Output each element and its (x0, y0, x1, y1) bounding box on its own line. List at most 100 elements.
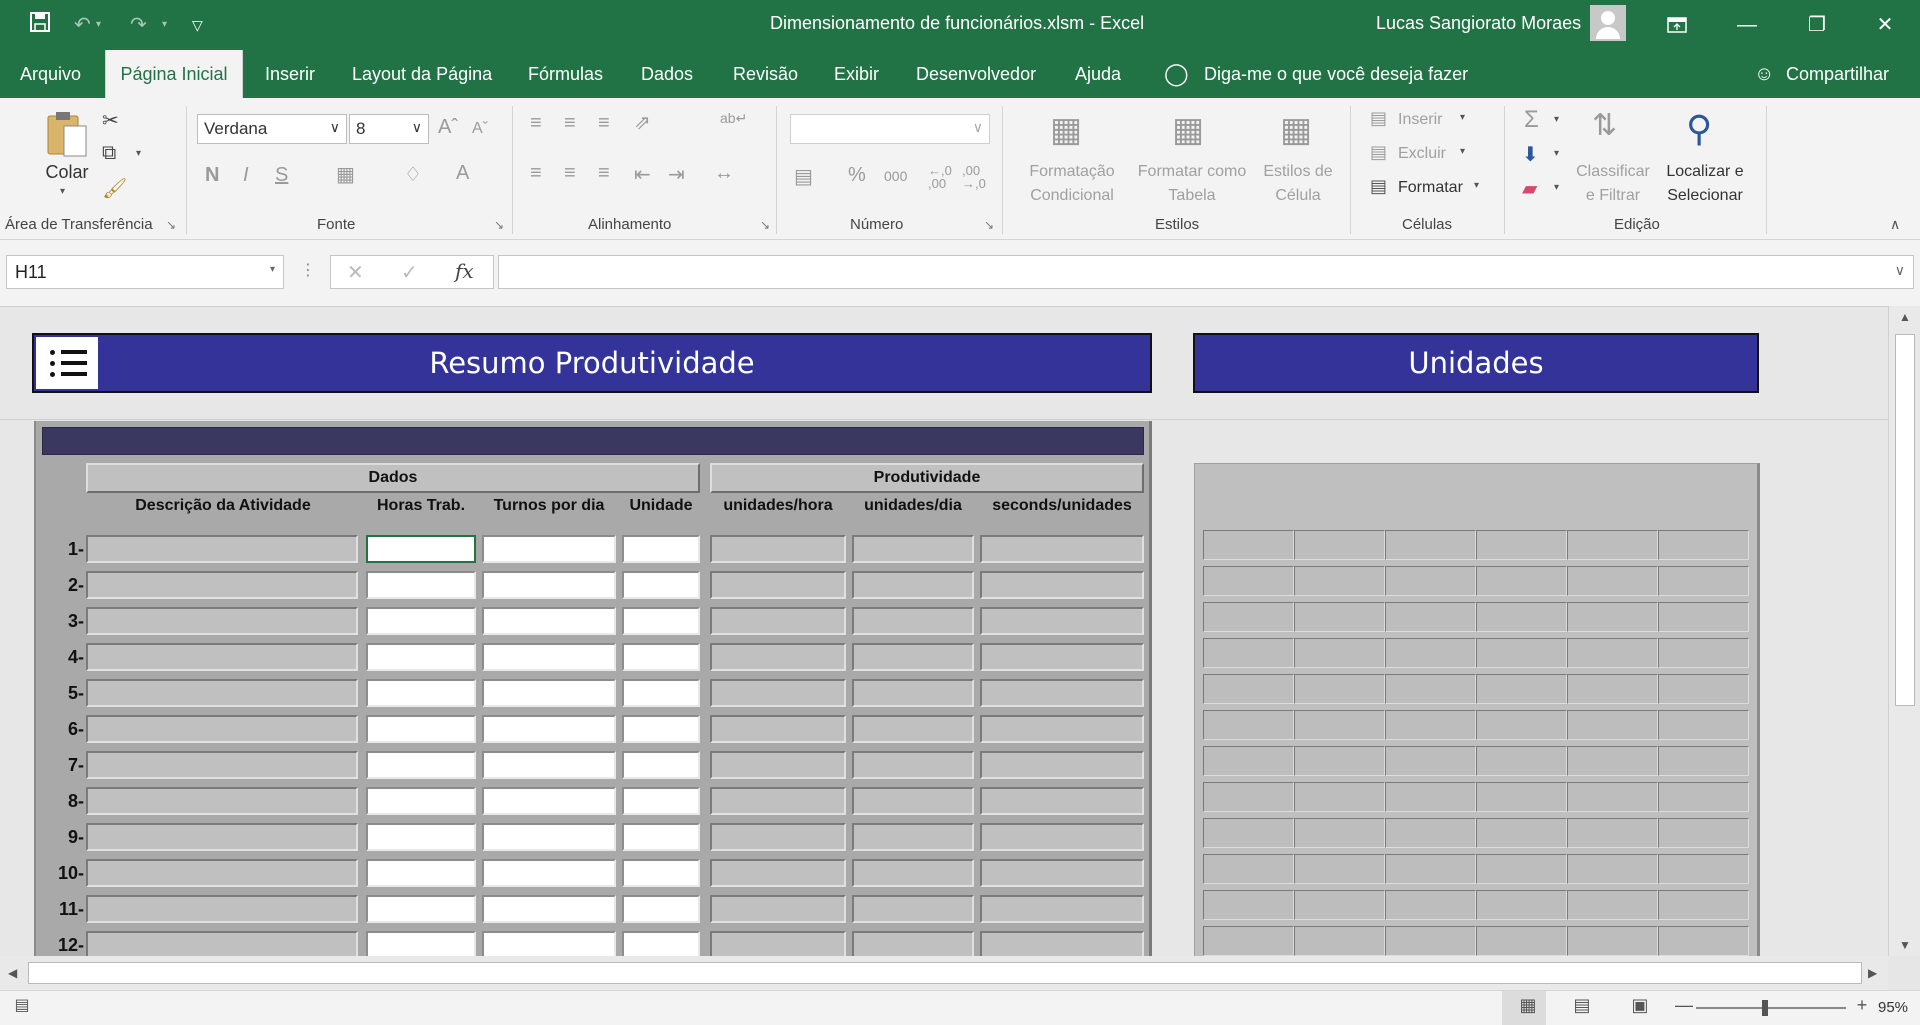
unidades-cell[interactable] (1476, 638, 1567, 668)
grow-font-icon[interactable]: Aˆ (438, 116, 458, 139)
cell-unidade[interactable] (622, 751, 700, 779)
unidades-cell[interactable] (1385, 890, 1476, 920)
unidades-cell[interactable] (1294, 818, 1385, 848)
format-as-table-icon[interactable]: ▦ (1172, 110, 1204, 150)
restore-button[interactable]: ❐ (1800, 8, 1834, 42)
unidades-cell[interactable] (1567, 818, 1658, 848)
format-dropdown-icon[interactable]: ▾ (1474, 180, 1479, 191)
cell-unidade[interactable] (622, 571, 700, 599)
ribbon-display-options-icon[interactable] (1660, 8, 1694, 42)
align-left-icon[interactable]: ≡ (530, 162, 542, 185)
cell-styles-icon[interactable]: ▦ (1280, 110, 1312, 150)
cell-unidades-hora[interactable] (710, 787, 846, 815)
merge-center-icon[interactable]: ↔ (714, 162, 734, 185)
unidades-cell[interactable] (1294, 926, 1385, 956)
cell-unidades-hora[interactable] (710, 823, 846, 851)
cell-unidades-hora[interactable] (710, 571, 846, 599)
unidades-cell[interactable] (1658, 926, 1749, 956)
cell-unidades-dia[interactable] (852, 931, 974, 959)
autosum-dropdown-icon[interactable]: ▾ (1554, 114, 1559, 125)
cell-horas[interactable] (366, 535, 476, 563)
unidades-cell[interactable] (1203, 530, 1294, 560)
unidades-cell[interactable] (1658, 818, 1749, 848)
unidades-cell[interactable] (1203, 854, 1294, 884)
zoom-level[interactable]: 95% (1878, 999, 1908, 1016)
cell-seconds-unidades[interactable] (980, 859, 1144, 887)
unidades-cell[interactable] (1567, 854, 1658, 884)
unidades-cell[interactable] (1658, 530, 1749, 560)
cell-descricao[interactable] (86, 679, 358, 707)
cell-unidades-hora[interactable] (710, 859, 846, 887)
cell-seconds-unidades[interactable] (980, 895, 1144, 923)
paste-button[interactable]: Colar (42, 160, 92, 184)
tab-arquivo[interactable]: Arquivo (18, 50, 83, 98)
percent-button[interactable]: % (848, 164, 866, 187)
fill-dropdown-icon[interactable]: ▾ (1554, 148, 1559, 159)
unidades-cell[interactable] (1476, 530, 1567, 560)
unidades-cell[interactable] (1385, 530, 1476, 560)
unidades-cell[interactable] (1567, 674, 1658, 704)
shrink-font-icon[interactable]: Aˇ (472, 120, 488, 138)
cell-horas[interactable] (366, 931, 476, 959)
cell-unidades-hora[interactable] (710, 535, 846, 563)
unidades-cell[interactable] (1294, 530, 1385, 560)
unidades-cell[interactable] (1203, 926, 1294, 956)
minimize-button[interactable]: — (1730, 8, 1764, 42)
font-size-select[interactable]: 8 ∨ (349, 114, 429, 144)
unidades-cell[interactable] (1203, 710, 1294, 740)
expand-formula-icon[interactable]: ∨ (1895, 262, 1905, 279)
cell-turnos[interactable] (482, 859, 616, 887)
format-cells-icon[interactable]: ▤ (1370, 176, 1387, 197)
sort-filter-button[interactable]: Classificar e Filtrar (1570, 160, 1656, 208)
cell-unidades-dia[interactable] (852, 751, 974, 779)
page-break-view-icon[interactable]: ▣ (1624, 995, 1656, 1021)
unidades-cell[interactable] (1476, 890, 1567, 920)
cell-turnos[interactable] (482, 787, 616, 815)
unidades-cell[interactable] (1658, 782, 1749, 812)
copy-dropdown-icon[interactable]: ▾ (136, 148, 141, 159)
cell-descricao[interactable] (86, 715, 358, 743)
share-person-icon[interactable]: ☺ (1752, 50, 1776, 98)
cell-seconds-unidades[interactable] (980, 571, 1144, 599)
cell-unidades-hora[interactable] (710, 931, 846, 959)
tab-inserir[interactable]: Inserir (263, 50, 317, 98)
avatar[interactable] (1590, 5, 1626, 41)
unidades-cell[interactable] (1658, 890, 1749, 920)
cell-seconds-unidades[interactable] (980, 751, 1144, 779)
unidades-cell[interactable] (1294, 782, 1385, 812)
unidades-cell[interactable] (1658, 854, 1749, 884)
unidades-cell[interactable] (1203, 746, 1294, 776)
tab-revisao[interactable]: Revisão (731, 50, 800, 98)
decrease-indent-icon[interactable]: ⇤ (634, 162, 651, 187)
cell-unidades-dia[interactable] (852, 535, 974, 563)
fill-icon[interactable]: ⬇ (1522, 142, 1539, 167)
unidades-cell[interactable] (1294, 746, 1385, 776)
format-painter-icon[interactable]: 🖌 (102, 176, 127, 201)
cell-unidades-hora[interactable] (710, 715, 846, 743)
unidades-cell[interactable] (1476, 710, 1567, 740)
cell-unidade[interactable] (622, 895, 700, 923)
cell-turnos[interactable] (482, 679, 616, 707)
cell-horas[interactable] (366, 823, 476, 851)
cell-unidades-dia[interactable] (852, 823, 974, 851)
unidades-cell[interactable] (1567, 566, 1658, 596)
tab-layout[interactable]: Layout da Página (350, 50, 494, 98)
cell-turnos[interactable] (482, 751, 616, 779)
horizontal-scroll-thumb[interactable] (28, 962, 1862, 984)
unidades-cell[interactable] (1294, 890, 1385, 920)
vertical-scroll-thumb[interactable] (1895, 334, 1915, 706)
cell-descricao[interactable] (86, 895, 358, 923)
insert-cells-button[interactable]: Inserir (1398, 108, 1442, 132)
cancel-entry-icon[interactable]: ✕ (347, 260, 364, 285)
cell-turnos[interactable] (482, 931, 616, 959)
clipboard-launcher-icon[interactable]: ↘ (166, 218, 176, 232)
zoom-slider[interactable] (1696, 1007, 1846, 1009)
cell-unidades-dia[interactable] (852, 859, 974, 887)
cell-descricao[interactable] (86, 643, 358, 671)
unidades-cell[interactable] (1476, 854, 1567, 884)
cell-unidades-dia[interactable] (852, 715, 974, 743)
unidades-cell[interactable] (1385, 566, 1476, 596)
undo-icon[interactable]: ↶ (74, 12, 91, 37)
unidades-cell[interactable] (1476, 674, 1567, 704)
cell-descricao[interactable] (86, 571, 358, 599)
